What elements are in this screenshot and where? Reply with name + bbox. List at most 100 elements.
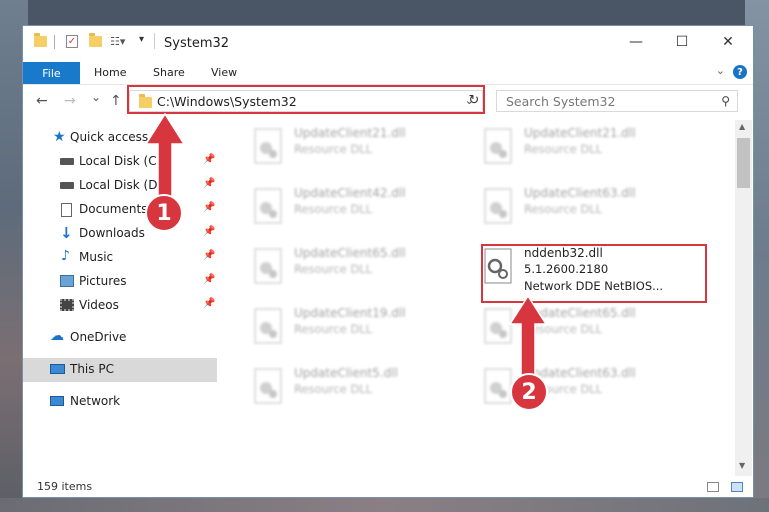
details-view-icon[interactable] <box>707 482 719 492</box>
sidebar-item-videos[interactable]: Videos 📌 <box>23 294 217 318</box>
file-name: UpdateClient21.dll <box>524 126 636 140</box>
file-description: Resource DLL <box>294 142 373 156</box>
sidebar-item-onedrive[interactable]: ☁ OneDrive <box>23 326 217 350</box>
maximize-button[interactable]: ☐ <box>659 26 705 58</box>
pin-icon[interactable]: 📌 <box>203 250 215 261</box>
sidebar-item-label: Downloads <box>79 226 145 240</box>
network-icon <box>50 396 64 406</box>
pin-icon[interactable]: 📌 <box>203 274 215 285</box>
pin-icon[interactable]: 📌 <box>203 202 215 213</box>
file-tile[interactable]: UpdateClient21.dll Resource DLL <box>482 124 702 174</box>
minimize-button[interactable]: — <box>613 26 659 58</box>
downloads-icon: ↓ <box>60 224 73 242</box>
file-tile[interactable]: UpdateClient21.dll Resource DLL <box>252 124 472 174</box>
file-name: UpdateClient63.dll <box>524 186 636 200</box>
tab-home[interactable]: Home <box>94 66 126 79</box>
file-description: Resource DLL <box>294 382 373 396</box>
pin-icon[interactable]: 📌 <box>203 178 215 189</box>
pin-icon[interactable]: 📌 <box>203 154 215 165</box>
large-icons-view-icon[interactable] <box>731 482 743 492</box>
file-description: Resource DLL <box>524 202 603 216</box>
file-description: Resource DLL <box>294 322 373 336</box>
music-icon: ♪ <box>61 248 70 264</box>
arrow-up-callout-icon <box>508 294 548 383</box>
sidebar-item-this-pc[interactable]: This PC <box>23 358 217 382</box>
dll-file-icon <box>254 308 282 344</box>
file-name: UpdateClient21.dll <box>294 126 406 140</box>
item-count: 159 items <box>37 480 93 493</box>
sidebar-item-network[interactable]: Network <box>23 390 217 414</box>
sidebar-item-label: Videos <box>79 298 119 312</box>
pin-icon[interactable]: 📌 <box>203 298 215 309</box>
sidebar-item-label: Pictures <box>79 274 127 288</box>
sidebar-item-music[interactable]: ♪ Music 📌 <box>23 246 217 270</box>
file-tile[interactable]: UpdateClient63.dll Resource DLL <box>482 184 702 234</box>
close-button[interactable]: ✕ <box>705 26 751 58</box>
scroll-down-arrow-icon[interactable]: ▼ <box>739 461 745 470</box>
step-2-badge: 2 <box>510 373 548 411</box>
new-folder-icon[interactable] <box>89 33 102 47</box>
tab-share[interactable]: Share <box>153 66 185 79</box>
sidebar-item-label: Documents <box>79 202 148 216</box>
file-name: UpdateClient5.dll <box>294 366 398 380</box>
search-input[interactable]: Search System32 <box>506 94 615 109</box>
desktop-background-bottom <box>0 498 769 512</box>
sidebar-item-pictures[interactable]: Pictures 📌 <box>23 270 217 294</box>
sidebar-item-label: Network <box>70 394 121 408</box>
sidebar-item-downloads[interactable]: ↓ Downloads 📌 <box>23 222 217 246</box>
scroll-up-arrow-icon[interactable]: ▲ <box>739 122 745 131</box>
status-bar: 159 items <box>23 476 753 497</box>
up-arrow-icon[interactable]: ↑ <box>110 93 122 109</box>
pin-icon[interactable]: 📌 <box>203 226 215 237</box>
title-bar: ✓ ☷▾ ▾ System32 — ☐ ✕ <box>23 26 753 62</box>
customize-quick-access-icon[interactable]: ☷▾ <box>110 35 125 48</box>
dll-file-icon <box>254 128 282 164</box>
ribbon: File Home Share View ⌄ ? <box>23 62 753 85</box>
documents-icon <box>61 203 72 217</box>
search-box[interactable]: Search System32 ⚲ <box>496 90 738 112</box>
help-icon[interactable]: ? <box>733 65 747 79</box>
address-bar-highlight <box>127 85 485 114</box>
title-divider <box>154 33 155 49</box>
expand-ribbon-chevron-icon[interactable]: ⌄ <box>716 64 725 77</box>
videos-icon <box>60 299 74 311</box>
back-arrow-icon[interactable]: ← <box>36 93 48 109</box>
drive-icon <box>60 158 74 165</box>
file-name: UpdateClient65.dll <box>294 246 406 260</box>
dll-file-icon <box>484 188 512 224</box>
dll-file-icon <box>484 128 512 164</box>
toolbar-divider <box>54 35 55 49</box>
tab-view[interactable]: View <box>211 66 237 79</box>
sidebar-item-label: This PC <box>70 362 114 376</box>
file-tile[interactable]: UpdateClient42.dll Resource DLL <box>252 184 472 234</box>
dll-file-icon <box>254 368 282 404</box>
drive-icon <box>60 182 74 189</box>
sidebar-item-label: OneDrive <box>70 330 127 344</box>
recent-locations-chevron-icon[interactable]: ⌄ <box>91 90 101 104</box>
properties-icon[interactable]: ✓ <box>66 35 78 48</box>
quick-access-dropdown-icon[interactable]: ▾ <box>139 34 144 45</box>
dll-file-icon <box>254 248 282 284</box>
file-description: Resource DLL <box>294 262 373 276</box>
dll-file-icon <box>254 188 282 224</box>
scrollbar-thumb[interactable] <box>737 138 750 188</box>
forward-arrow-icon[interactable]: → <box>64 93 76 109</box>
tab-file[interactable]: File <box>23 62 80 84</box>
file-description: Resource DLL <box>524 142 603 156</box>
window-title: System32 <box>164 36 230 51</box>
file-name: UpdateClient42.dll <box>294 186 406 200</box>
folder-icon <box>34 33 47 47</box>
file-name: UpdateClient19.dll <box>294 306 406 320</box>
file-tile[interactable]: UpdateClient5.dll Resource DLL <box>252 364 472 414</box>
pictures-icon <box>60 275 74 287</box>
file-tile[interactable]: UpdateClient19.dll Resource DLL <box>252 304 472 354</box>
cloud-icon: ☁ <box>50 328 64 344</box>
search-icon[interactable]: ⚲ <box>721 94 730 108</box>
sidebar-item-label: Quick access <box>70 130 149 144</box>
sidebar-item-label: Music <box>79 250 114 264</box>
star-icon: ★ <box>53 129 66 145</box>
step-1-badge: 1 <box>145 194 183 232</box>
vertical-scrollbar[interactable]: ▲ ▼ <box>735 120 752 476</box>
file-tile[interactable]: UpdateClient65.dll Resource DLL <box>252 244 472 294</box>
computer-icon <box>50 364 65 374</box>
